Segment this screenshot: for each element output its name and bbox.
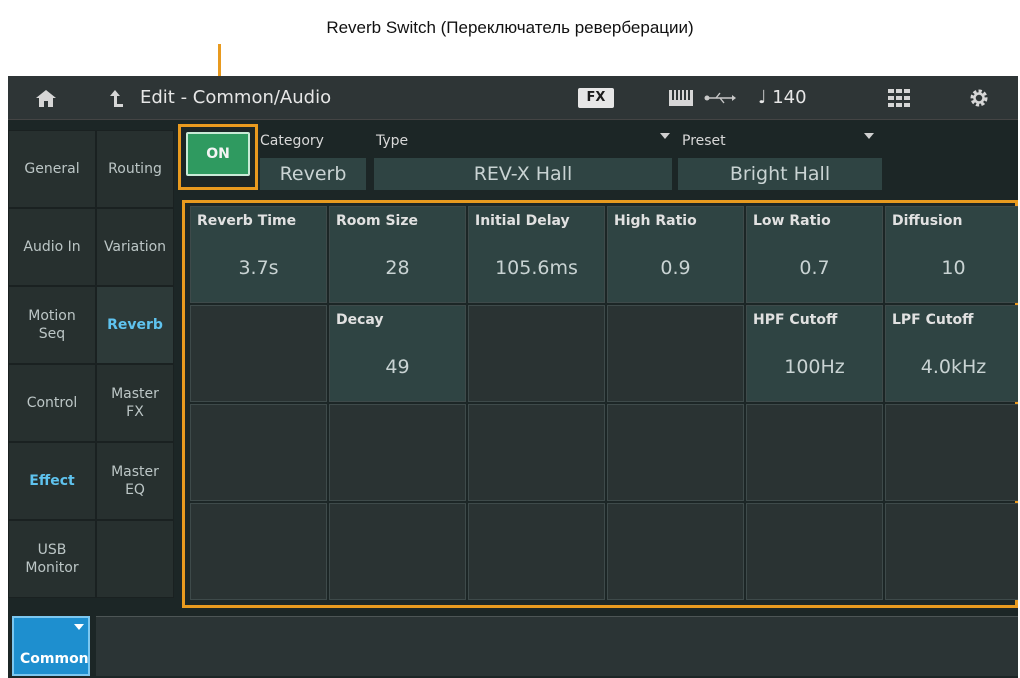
param-label: LPF Cutoff — [892, 312, 974, 328]
param-label: Reverb Time — [197, 213, 297, 229]
nav-audio-in[interactable]: Audio In — [8, 208, 96, 286]
param-lpf-cutoff[interactable]: LPF Cutoff 4.0kHz — [885, 305, 1018, 402]
chevron-down-icon — [74, 624, 84, 630]
grid-cell — [885, 404, 1018, 501]
param-diffusion[interactable]: Diffusion 10 — [885, 206, 1018, 303]
grid-cell — [607, 503, 744, 600]
keyboard-icon[interactable] — [666, 76, 696, 120]
type-value[interactable]: REV-X Hall — [374, 158, 672, 190]
param-high-ratio[interactable]: High Ratio 0.9 — [607, 206, 744, 303]
page-title: Edit - Common/Audio — [140, 87, 332, 108]
category-value[interactable]: Reverb — [260, 158, 366, 190]
subnav-routing[interactable]: Routing — [96, 130, 174, 208]
gear-icon[interactable] — [964, 76, 994, 120]
param-label: Low Ratio — [753, 213, 831, 229]
annotation-caption: Reverb Switch (Переключатель ревербераци… — [326, 18, 694, 37]
subnav-empty — [96, 520, 174, 598]
grid-cell — [468, 404, 605, 501]
home-icon[interactable] — [26, 76, 66, 120]
param-value: 0.7 — [799, 257, 830, 279]
param-room-size[interactable]: Room Size 28 — [329, 206, 466, 303]
type-dropdown-icon — [660, 133, 670, 139]
category-label: Category — [260, 133, 324, 149]
top-bar: Edit - Common/Audio FX ♩ 140 — [8, 76, 1018, 120]
nav-effect[interactable]: Effect — [8, 442, 96, 520]
type-label: Type — [376, 133, 409, 149]
param-label: Initial Delay — [475, 213, 570, 229]
param-value: 49 — [385, 356, 410, 378]
back-arrow-icon[interactable] — [98, 76, 134, 120]
grid-cell — [329, 404, 466, 501]
grid-cell — [329, 503, 466, 600]
bottom-bar — [96, 616, 1018, 676]
param-reverb-time[interactable]: Reverb Time 3.7s — [190, 206, 327, 303]
grid-cell — [190, 305, 327, 402]
fx-badge[interactable]: FX — [578, 88, 614, 108]
param-value: 10 — [941, 257, 966, 279]
param-value: 105.6ms — [495, 257, 578, 279]
subnav-master-eq[interactable]: Master EQ — [96, 442, 174, 520]
grid-cell — [885, 503, 1018, 600]
subnav-master-fx[interactable]: Master FX — [96, 364, 174, 442]
subnav-variation[interactable]: Variation — [96, 208, 174, 286]
subnav-reverb[interactable]: Reverb — [96, 286, 174, 364]
param-label: Decay — [336, 312, 384, 328]
reverb-switch-button[interactable]: ON — [186, 132, 250, 176]
param-value: 100Hz — [784, 356, 845, 378]
param-label: Diffusion — [892, 213, 963, 229]
common-tab-label: Common — [20, 651, 89, 667]
param-label: HPF Cutoff — [753, 312, 838, 328]
param-value: 0.9 — [660, 257, 691, 279]
param-value: 3.7s — [238, 257, 279, 279]
nav-general[interactable]: General — [8, 130, 96, 208]
usb-icon — [700, 76, 740, 120]
preset-dropdown-icon — [864, 133, 874, 139]
grid-cell — [190, 404, 327, 501]
grid-cell — [468, 503, 605, 600]
param-label: High Ratio — [614, 213, 697, 229]
common-tab[interactable]: Common — [12, 616, 90, 676]
grid-cell — [607, 305, 744, 402]
grid-cell — [468, 305, 605, 402]
grid-cell — [607, 404, 744, 501]
param-value: 4.0kHz — [920, 356, 987, 378]
grid-cell — [190, 503, 327, 600]
device-screen: Edit - Common/Audio FX ♩ 140 General Aud… — [8, 76, 1018, 678]
param-decay[interactable]: Decay 49 — [329, 305, 466, 402]
tempo-display[interactable]: ♩ 140 — [758, 76, 807, 120]
param-value: 28 — [385, 257, 410, 279]
nav-usb-monitor[interactable]: USB Monitor — [8, 520, 96, 598]
grid-cell — [746, 503, 883, 600]
nav-control[interactable]: Control — [8, 364, 96, 442]
grid-icon[interactable] — [884, 76, 914, 120]
preset-label: Preset — [682, 133, 726, 149]
param-low-ratio[interactable]: Low Ratio 0.7 — [746, 206, 883, 303]
nav-motion-seq[interactable]: Motion Seq — [8, 286, 96, 364]
param-hpf-cutoff[interactable]: HPF Cutoff 100Hz — [746, 305, 883, 402]
grid-cell — [746, 404, 883, 501]
param-initial-delay[interactable]: Initial Delay 105.6ms — [468, 206, 605, 303]
preset-value[interactable]: Bright Hall — [678, 158, 882, 190]
param-label: Room Size — [336, 213, 419, 229]
